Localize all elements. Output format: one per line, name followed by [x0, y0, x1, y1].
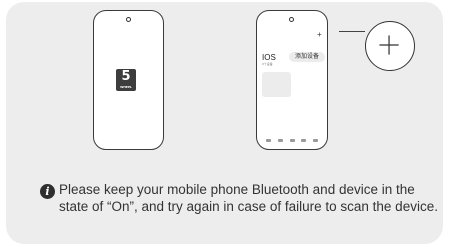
nav-item[interactable]: [289, 139, 295, 142]
front-camera-icon: [289, 17, 294, 22]
app-logo-digit: 5: [121, 69, 131, 84]
phone-app-screen: + IOS 0个设备 添加设备: [256, 10, 328, 150]
device-count-label: 0个设备: [262, 62, 273, 66]
add-device-button[interactable]: 添加设备: [289, 52, 325, 62]
nav-item[interactable]: [277, 139, 283, 142]
info-icon: i: [40, 184, 55, 199]
plus-icon: [379, 35, 399, 55]
bluetooth-notice: Please keep your mobile phone Bluetooth …: [59, 182, 438, 214]
phone-home-screen: 5 WHEEL: [93, 10, 164, 150]
bottom-navigation: [266, 139, 318, 143]
callout-line: [339, 31, 365, 32]
add-device-plus-button[interactable]: +: [317, 31, 322, 39]
nav-item[interactable]: [301, 139, 307, 142]
nav-item[interactable]: [313, 139, 318, 142]
screen-title: IOS: [262, 53, 276, 62]
device-card-placeholder: [262, 72, 291, 97]
zoomed-plus-callout: [365, 21, 415, 71]
app-logo-text: WHEEL: [120, 85, 132, 89]
nav-item[interactable]: [266, 139, 271, 142]
app-logo-icon[interactable]: 5 WHEEL: [116, 69, 136, 91]
front-camera-icon: [125, 17, 131, 22]
